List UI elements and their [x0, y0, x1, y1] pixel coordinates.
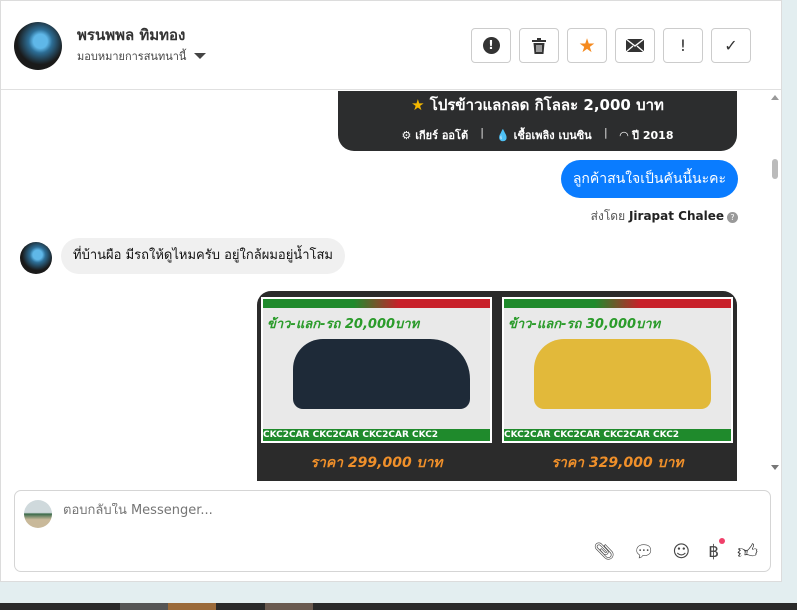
promo-title: โปรข้าวแลกลด กิโลละ 2,000 บาท [429, 96, 664, 114]
car-card[interactable]: ข้าว-แลก-รถ 30,000บาท CKC2CAR CKC2CAR CK… [502, 297, 733, 481]
divider: | [480, 126, 485, 139]
incoming-message: ที่บ้านผือ มีรถให้ดูไหมครับ อยู่ใกล้ผมอย… [61, 238, 345, 274]
year-spec: ปี 2018 [632, 129, 674, 142]
mark-spam-button[interactable]: ! [471, 28, 511, 63]
exclamation-icon: ! [679, 36, 687, 55]
car-price: ราคา 299,000 บาท [310, 455, 443, 471]
gear-icon: ⚙ [401, 129, 412, 142]
help-icon[interactable]: ? [727, 212, 738, 223]
check-icon: ✓ [724, 36, 738, 55]
gauge-icon: ◠ [619, 129, 629, 142]
contact-avatar[interactable] [14, 22, 62, 70]
star-icon: ★ [411, 96, 425, 114]
banner-text: CKC2CAR CKC2CAR CKC2CAR CKC2 [263, 429, 490, 441]
sent-by-prefix: ส่งโดย [590, 209, 626, 223]
sender-name: Jirapat Chalee [628, 209, 724, 223]
assign-label: มอบหมายการสนทนานี้ [77, 50, 187, 63]
star-icon: ★ [578, 34, 596, 57]
mark-done-button[interactable]: ✓ [711, 28, 751, 63]
notification-dot [719, 537, 726, 544]
mark-unread-button[interactable] [615, 28, 655, 63]
conversation-header: พรนพพล ทิมทอง มอบหมายการสนทนานี้ ! ★ ! ✓ [1, 1, 781, 90]
outgoing-message: ลูกค้าสนใจเป็นคันนี้นะคะ [560, 160, 738, 198]
divider: | [603, 126, 608, 139]
banner-text: CKC2CAR CKC2CAR CKC2CAR CKC2 [504, 429, 731, 441]
promo-badge: ข้าว-แลก-รถ 20,000บาท [267, 317, 420, 332]
saved-replies-icon[interactable]: 💬︎ [633, 542, 655, 562]
conversation-panel: พรนพพล ทิมทอง มอบหมายการสนทนานี้ ! ★ ! ✓… [0, 0, 782, 582]
taskbar-item[interactable] [168, 603, 216, 610]
scrollbar-thumb[interactable] [772, 159, 778, 179]
scroll-up-icon[interactable] [771, 95, 779, 100]
contact-avatar-small [20, 242, 52, 274]
contact-name[interactable]: พรนพพล ทิมทอง [77, 23, 185, 47]
star-button[interactable]: ★ [567, 28, 607, 63]
sent-by-label: ส่งโดย Jirapat Chalee? [591, 207, 738, 226]
car-image[interactable]: ข้าว-แลก-รถ 20,000บาท CKC2CAR CKC2CAR CK… [261, 297, 492, 443]
fuel-spec: เชื้อเพลิง เบนซิน [513, 129, 592, 142]
conversation-toolbar: ! ★ ! ✓ [471, 28, 751, 63]
car-carousel: ข้าว-แลก-รถ 20,000บาท CKC2CAR CKC2CAR CK… [257, 291, 737, 481]
scroll-down-icon[interactable] [771, 465, 779, 470]
alert-circle-icon: ! [482, 37, 500, 54]
trash-icon [532, 37, 546, 54]
page-avatar [24, 500, 52, 528]
emoji-icon[interactable]: ☺ [673, 542, 691, 562]
gear-spec: เกียร์ ออโต้ [415, 129, 469, 142]
thumbs-up-icon[interactable]: 👍︎ [737, 539, 758, 564]
car-price: ราคา 329,000 บาท [551, 455, 684, 471]
fuel-drop-icon: 💧 [496, 129, 510, 142]
assign-conversation-dropdown[interactable]: มอบหมายการสนทนานี้ [77, 47, 207, 65]
thread-scrollbar[interactable] [769, 91, 781, 481]
promo-card: ★ โปรข้าวแลกลด กิโลละ 2,000 บาท ⚙ เกียร์… [338, 91, 737, 151]
reply-input[interactable] [63, 503, 563, 518]
reply-composer: 📎︎ 💬︎ ☺ ฿ 👍︎ [14, 490, 771, 572]
paperclip-icon[interactable]: 📎︎ [593, 542, 615, 562]
caret-down-icon [194, 53, 207, 59]
car-image[interactable]: ข้าว-แลก-รถ 30,000บาท CKC2CAR CKC2CAR CK… [502, 297, 733, 443]
car-card[interactable]: ข้าว-แลก-รถ 20,000บาท CKC2CAR CKC2CAR CK… [261, 297, 492, 481]
follow-up-button[interactable]: ! [663, 28, 703, 63]
taskbar-item[interactable] [120, 603, 168, 610]
promo-badge: ข้าว-แลก-รถ 30,000บาท [508, 317, 661, 332]
delete-button[interactable] [519, 28, 559, 63]
message-thread[interactable]: ★ โปรข้าวแลกลด กิโลละ 2,000 บาท ⚙ เกียร์… [1, 91, 769, 481]
taskbar-item[interactable] [265, 603, 313, 610]
payment-baht-icon[interactable]: ฿ [708, 537, 726, 562]
envelope-icon [626, 39, 644, 52]
